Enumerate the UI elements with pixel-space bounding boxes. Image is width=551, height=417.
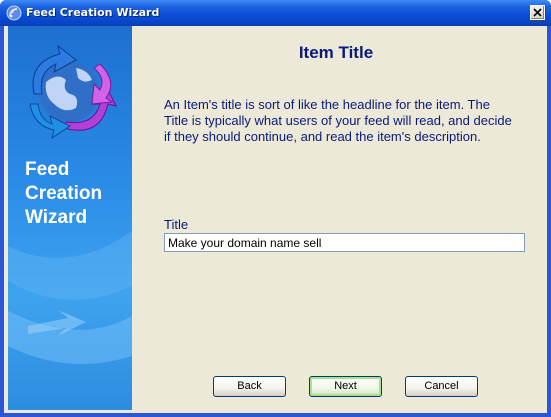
back-button[interactable]: Back <box>213 376 286 397</box>
next-button[interactable]: Next <box>309 376 382 397</box>
title-bar[interactable]: Feed Creation Wizard <box>0 0 551 26</box>
title-input[interactable] <box>164 233 525 252</box>
globe-arrows-icon <box>29 44 117 140</box>
wizard-window: Feed Creation Wizard Feed Creation Wizar… <box>0 0 551 417</box>
close-icon <box>533 8 542 17</box>
cancel-button[interactable]: Cancel <box>405 376 478 397</box>
page-title: Item Title <box>298 43 374 62</box>
window-title: Feed Creation Wizard <box>26 6 160 19</box>
wizard-sidebar: Feed Creation Wizard <box>8 26 132 410</box>
sidebar-title-line: Feed <box>25 159 70 180</box>
title-field-label: Title <box>164 217 189 232</box>
rss-feed-icon <box>6 5 22 21</box>
page-description: An Item's title is sort of like the head… <box>164 97 512 144</box>
sidebar-title-line: Wizard <box>25 207 88 228</box>
wizard-content: Item Title An Item's title is sort of li… <box>132 26 547 413</box>
sidebar-title-line: Creation <box>25 183 103 204</box>
sidebar-title: Feed Creation Wizard <box>25 158 102 230</box>
close-button[interactable] <box>530 5 545 20</box>
dialog-client-area: Feed Creation Wizard Item Title An Item'… <box>4 26 547 413</box>
